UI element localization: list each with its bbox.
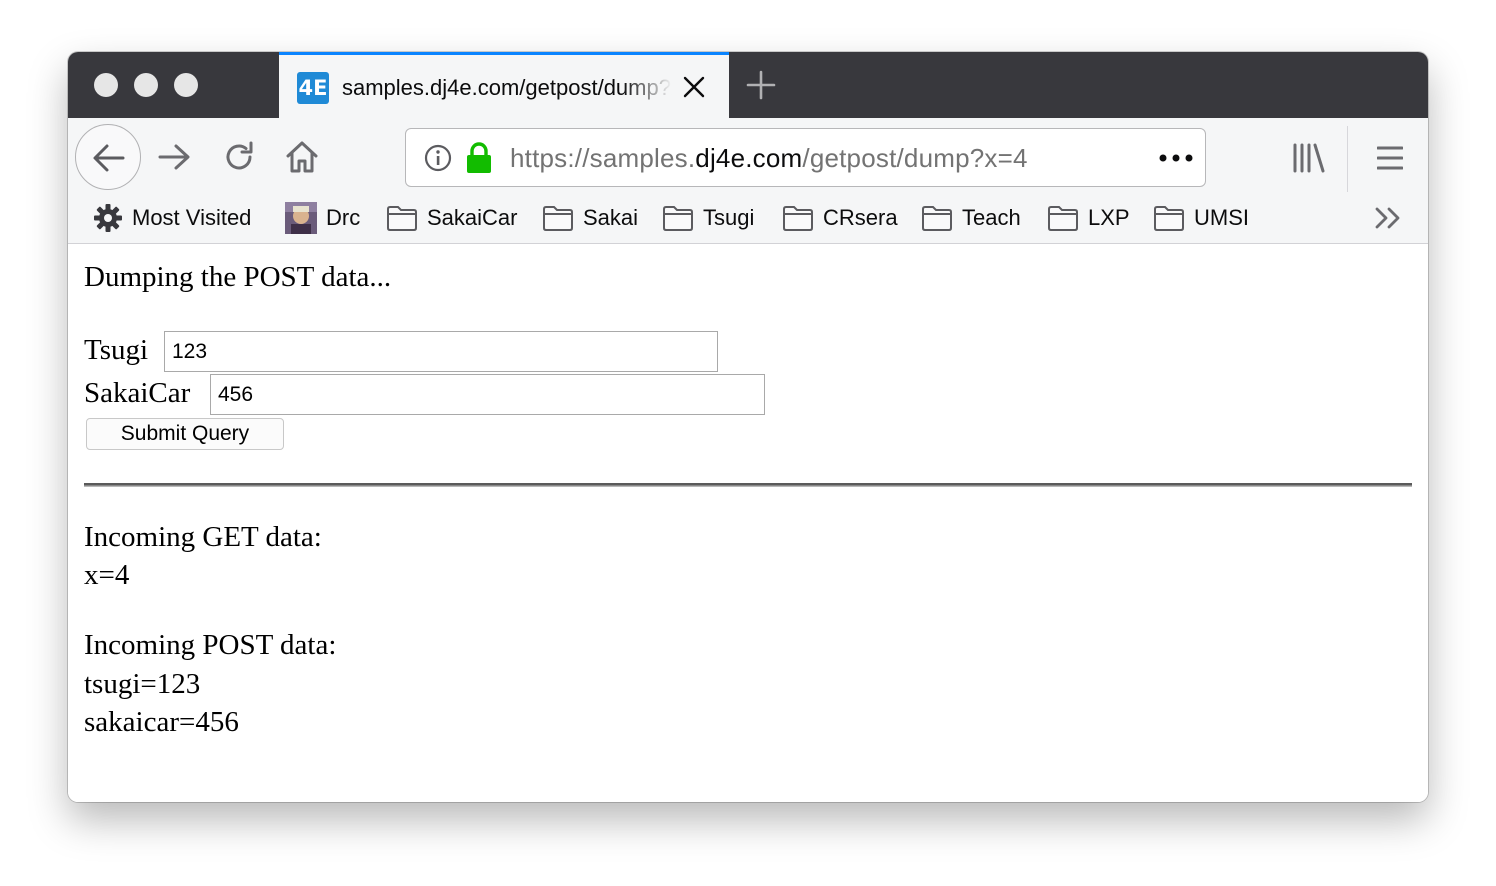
- tsugi-input[interactable]: [164, 331, 718, 372]
- bookmark-label: Drc: [326, 205, 361, 230]
- bookmark-folder-teach[interactable]: Teach: [921, 192, 1021, 244]
- bookmark-label: SakaiCar: [427, 205, 518, 230]
- close-tab-icon[interactable]: [682, 75, 706, 99]
- folder-icon: [922, 206, 952, 231]
- back-arrow-icon: [93, 144, 125, 172]
- bookmarks-toolbar: Most Visited Drc SakaiCar Sakai Tsugi CR…: [68, 192, 1428, 244]
- bookmark-folder-sakai[interactable]: Sakai: [542, 192, 638, 244]
- home-icon[interactable]: [284, 139, 320, 175]
- sakaicar-input[interactable]: [210, 374, 765, 415]
- folder-icon: [1048, 206, 1078, 231]
- new-tab-icon[interactable]: [746, 70, 776, 100]
- close-window-button[interactable]: [94, 73, 118, 97]
- folder-icon: [387, 206, 417, 231]
- toolbar-separator: [1347, 126, 1348, 192]
- navigation-toolbar: https://samples.dj4e.com/getpost/dump?x=…: [68, 118, 1428, 192]
- tab-bar: 4E samples.dj4e.com/getpost/dump?x=4: [68, 52, 1428, 118]
- tsugi-label: Tsugi: [84, 334, 149, 366]
- site-favicon-icon: 4E: [297, 72, 329, 104]
- bookmark-most-visited[interactable]: Most Visited: [93, 192, 251, 244]
- horizontal-rule: [84, 483, 1412, 487]
- bookmark-folder-sakaicar[interactable]: SakaiCar: [386, 192, 517, 244]
- bookmark-label: Sakai: [583, 205, 639, 230]
- folder-icon: [1154, 206, 1184, 231]
- lock-icon[interactable]: [465, 142, 493, 174]
- folder-icon: [543, 206, 573, 231]
- bookmark-label: UMSI: [1194, 205, 1249, 230]
- tab-title: samples.dj4e.com/getpost/dump?x=4: [342, 75, 672, 100]
- get-data-line: x=4: [84, 559, 130, 591]
- folder-icon: [783, 206, 813, 231]
- bookmark-drc[interactable]: Drc: [285, 192, 360, 244]
- back-button[interactable]: [75, 124, 141, 190]
- folder-icon: [663, 206, 693, 231]
- library-icon[interactable]: [1292, 143, 1326, 173]
- forward-arrow-icon[interactable]: [157, 142, 191, 172]
- url-bar[interactable]: https://samples.dj4e.com/getpost/dump?x=…: [405, 128, 1206, 187]
- page-heading: Dumping the POST data...: [84, 261, 392, 293]
- bookmark-label: CRsera: [823, 205, 898, 230]
- bookmark-label: Most Visited: [132, 205, 252, 230]
- zoom-window-button[interactable]: [174, 73, 198, 97]
- minimize-window-button[interactable]: [134, 73, 158, 97]
- page-actions-icon[interactable]: [1159, 154, 1193, 162]
- post-data-line: sakaicar=456: [84, 706, 239, 738]
- url-text: https://samples.dj4e.com/getpost/dump?x=…: [510, 143, 1028, 173]
- bookmark-folder-crsera[interactable]: CRsera: [782, 192, 898, 244]
- bookmark-folder-tsugi[interactable]: Tsugi: [662, 192, 754, 244]
- reload-icon[interactable]: [222, 140, 256, 174]
- bookmark-label: LXP: [1088, 205, 1130, 230]
- active-tab[interactable]: 4E samples.dj4e.com/getpost/dump?x=4: [279, 52, 729, 118]
- info-icon[interactable]: [424, 144, 452, 172]
- sakaicar-label: SakaiCar: [84, 377, 191, 409]
- page-content: Dumping the POST data... Tsugi SakaiCar …: [68, 244, 1428, 802]
- chevron-overflow-icon[interactable]: [1374, 206, 1404, 230]
- bookmark-label: Tsugi: [703, 205, 755, 230]
- avatar-icon: [285, 202, 317, 234]
- browser-window: 4E samples.dj4e.com/getpost/dump?x=4 htt…: [68, 52, 1428, 802]
- gear-icon: [94, 204, 122, 232]
- get-data-heading: Incoming GET data:: [84, 521, 322, 553]
- bookmark-folder-umsi[interactable]: UMSI: [1153, 192, 1249, 244]
- post-data-heading: Incoming POST data:: [84, 629, 337, 661]
- post-data-line: tsugi=123: [84, 668, 201, 700]
- bookmark-label: Teach: [962, 205, 1021, 230]
- submit-query-button[interactable]: Submit Query: [86, 418, 284, 450]
- bookmark-folder-lxp[interactable]: LXP: [1047, 192, 1130, 244]
- hamburger-menu-icon[interactable]: [1377, 145, 1403, 171]
